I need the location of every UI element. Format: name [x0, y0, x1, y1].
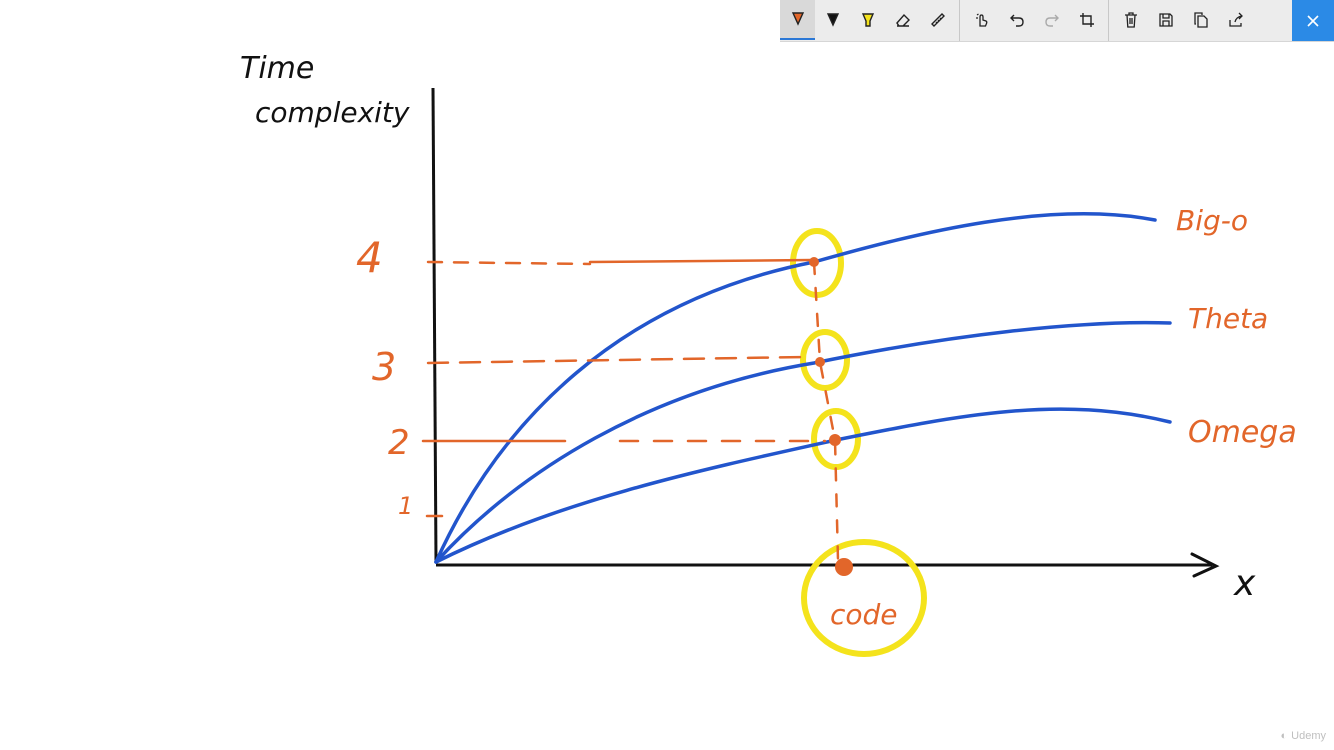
touch-writing-icon: [975, 13, 987, 27]
copy-icon: [1193, 12, 1208, 28]
delete-button[interactable]: [1113, 0, 1148, 40]
undo-button[interactable]: [999, 0, 1034, 40]
watermark: ◐ Udemy: [1281, 730, 1327, 742]
x-axis-label: x: [1233, 563, 1256, 604]
ruler-button[interactable]: [920, 0, 955, 40]
point-3: [815, 357, 825, 367]
y-axis-label-line2: complexity: [255, 96, 410, 129]
close-icon: [1307, 14, 1319, 27]
eraser-button[interactable]: [885, 0, 920, 40]
omega-curve: [434, 407, 1172, 564]
y-axis-label-line1: Time: [240, 51, 314, 86]
tick-label-3: 3: [372, 345, 396, 389]
theta-label: Theta: [1188, 302, 1268, 335]
copy-button[interactable]: [1183, 0, 1218, 40]
big-o-curve: [434, 212, 1157, 564]
save-icon: [1158, 13, 1173, 27]
share-button[interactable]: [1218, 0, 1253, 40]
highlight-circles: [790, 228, 927, 657]
crop-button[interactable]: [1069, 0, 1104, 40]
pencil-icon: [826, 13, 839, 27]
big-o-label: Big-o: [1176, 204, 1248, 237]
highlighter-button[interactable]: [850, 0, 885, 40]
tick-label-1: 1: [398, 492, 413, 520]
guide-line-3: [426, 355, 807, 365]
ink-toolbar: [780, 0, 1334, 42]
ruler-icon: [930, 13, 945, 27]
pencil-button[interactable]: [815, 0, 850, 40]
crop-icon: [1079, 13, 1094, 27]
y-axis: [431, 87, 438, 563]
guide-line-4-solid: [588, 258, 814, 264]
point-4: [809, 257, 819, 267]
toolbar-divider: [959, 0, 960, 41]
whiteboard-canvas[interactable]: Time complexity x 4 3 2 1 Big-o Theta Om…: [0, 0, 1334, 750]
point-code: [835, 558, 853, 576]
delete-icon: [1124, 12, 1137, 28]
redo-icon: [1044, 14, 1059, 27]
complexity-curves: [434, 212, 1172, 564]
udemy-logo-icon: ◐: [1280, 730, 1288, 742]
ballpoint-pen-icon: [791, 12, 804, 26]
redo-button[interactable]: [1034, 0, 1069, 40]
tick-label-4: 4: [356, 233, 383, 282]
save-button[interactable]: [1148, 0, 1183, 40]
tick-label-2: 2: [388, 423, 410, 463]
ballpoint-pen-button[interactable]: [780, 0, 815, 40]
code-label: code: [830, 598, 898, 631]
toolbar-divider: [1108, 0, 1109, 41]
guide-line-4: [426, 260, 592, 266]
eraser-icon: [895, 13, 910, 27]
watermark-text: Udemy: [1291, 730, 1326, 742]
point-2: [829, 434, 841, 446]
undo-icon: [1009, 14, 1024, 27]
touch-writing-button[interactable]: [964, 0, 999, 40]
omega-label: Omega: [1188, 415, 1297, 450]
share-icon: [1228, 12, 1243, 27]
close-button[interactable]: [1292, 0, 1334, 41]
highlighter-icon: [861, 13, 874, 27]
